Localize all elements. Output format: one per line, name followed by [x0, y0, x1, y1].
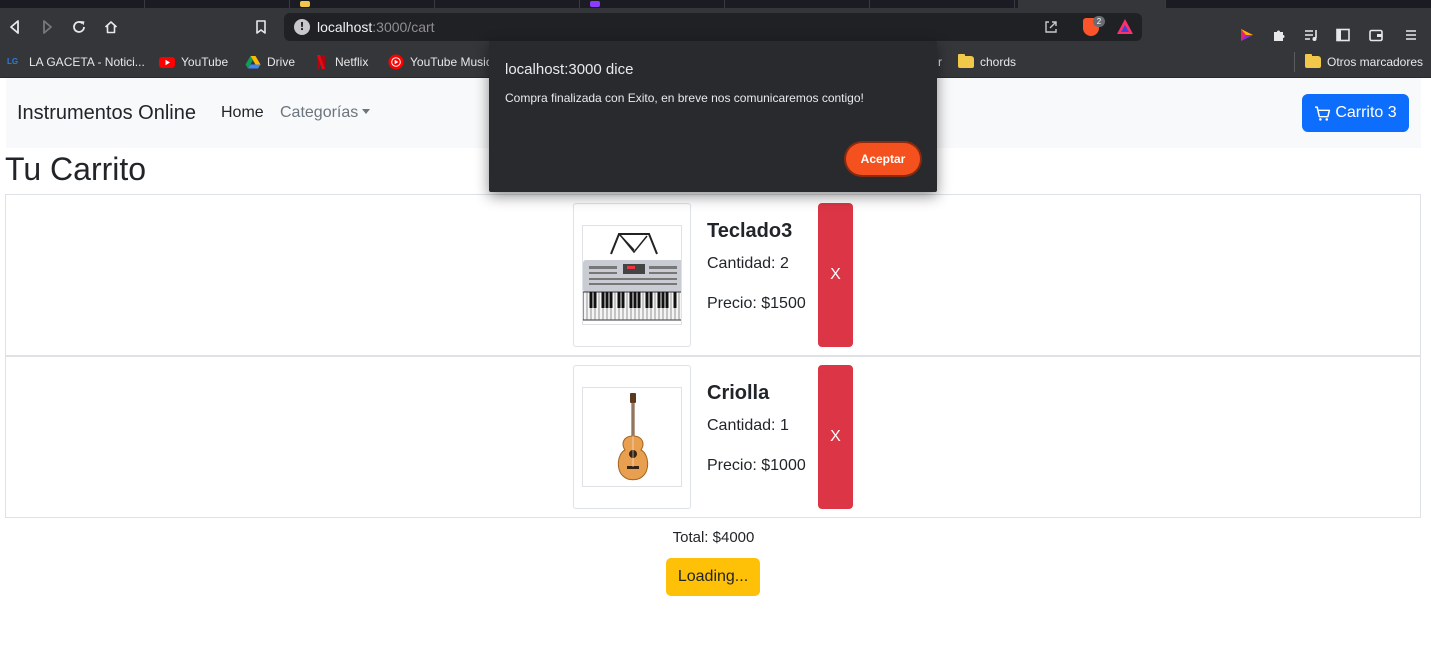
shields-count-badge: 2 — [1093, 16, 1105, 27]
product-thumbnail — [573, 203, 691, 347]
bookmark-netflix[interactable]: Netflix — [313, 52, 368, 72]
dialog-message: Compra finalizada con Exito, en breve no… — [505, 91, 864, 105]
netflix-icon — [317, 55, 325, 69]
nav-home-link[interactable]: Home — [221, 104, 264, 122]
product-quantity: Cantidad: 1 — [707, 417, 789, 434]
product-thumbnail — [573, 365, 691, 509]
site-info-icon[interactable]: ! — [294, 19, 310, 35]
checkout-button[interactable]: Loading... — [666, 558, 760, 596]
product-price: Precio: $1000 — [707, 457, 806, 474]
reload-icon — [73, 21, 85, 33]
url-path: :3000/cart — [372, 19, 435, 35]
bookmark-label: Otros marcadores — [1327, 55, 1424, 69]
brave-rewards-icon[interactable] — [1117, 19, 1133, 34]
keyboard-image — [583, 233, 681, 321]
bookmark-label: chords — [980, 55, 1017, 69]
dialog-accept-button[interactable]: Aceptar — [846, 143, 920, 175]
cart-total: Total: $4000 — [672, 529, 755, 546]
cart-button-label: Carrito 3 — [1335, 104, 1397, 121]
product-name: Criolla — [707, 382, 770, 404]
youtube-music-icon — [388, 54, 404, 70]
la-gaceta-icon: LG — [7, 57, 19, 66]
browser-tab[interactable] — [290, 0, 435, 8]
folder-icon — [958, 54, 974, 68]
menu-icon[interactable] — [1402, 26, 1420, 44]
guitar-image — [617, 393, 649, 481]
nav-categories-dropdown[interactable]: Categorías — [280, 104, 371, 122]
bookmark-la-gaceta[interactable]: LG LA GACETA - Notici... — [7, 52, 145, 72]
bookmark-youtube[interactable]: YouTube — [159, 52, 228, 72]
bookmark-drive[interactable]: Drive — [245, 52, 295, 72]
bookmark-button[interactable] — [249, 16, 273, 38]
forward-button[interactable] — [35, 16, 59, 38]
bookmark-otros-marcadores[interactable]: Otros marcadores — [1305, 52, 1423, 72]
tab-favicon-icon — [590, 1, 600, 7]
back-icon — [10, 20, 19, 34]
home-icon — [104, 21, 118, 34]
home-button[interactable] — [99, 16, 123, 38]
bookmark-youtube-music[interactable]: YouTube Music — [388, 52, 492, 72]
url-text[interactable]: localhost:3000/cart — [317, 19, 435, 35]
share-icon[interactable] — [1043, 19, 1059, 35]
browser-tab[interactable] — [435, 0, 580, 8]
product-name: Teclado3 — [707, 220, 793, 242]
bookmark-label: YouTube — [181, 55, 229, 69]
brand-link[interactable]: Instrumentos Online — [17, 102, 196, 125]
bookmark-partial[interactable]: r — [938, 52, 942, 72]
reload-button[interactable] — [67, 16, 91, 38]
browser-tab[interactable] — [725, 0, 870, 8]
browser-tab[interactable] — [580, 0, 725, 8]
media-playlist-icon[interactable] — [1302, 26, 1320, 44]
browser-tab[interactable] — [0, 0, 145, 8]
nav-categories-label: Categorías — [280, 104, 359, 121]
remove-item-button[interactable]: X — [818, 203, 853, 347]
bookmark-label: LA GACETA - Notici... — [29, 55, 145, 69]
address-bar[interactable]: ! localhost:3000/cart 2 — [284, 13, 1142, 41]
bookmark-label: Netflix — [335, 55, 369, 69]
browser-tab[interactable] — [870, 0, 1015, 8]
google-drive-icon — [245, 56, 261, 69]
browser-tab-active[interactable] — [1018, 0, 1166, 8]
bookmark-label: YouTube Music — [410, 55, 492, 69]
back-button[interactable] — [3, 16, 27, 38]
product-price: Precio: $1500 — [707, 295, 806, 312]
bookmark-icon — [256, 20, 266, 34]
forward-icon — [43, 20, 52, 34]
bookmark-label: Drive — [267, 55, 296, 69]
bookmarks-separator — [1294, 52, 1295, 72]
extensions-icon[interactable] — [1270, 26, 1288, 44]
page-title: Tu Carrito — [5, 151, 147, 187]
cart-item: Criolla Cantidad: 1 Precio: $1000 X — [5, 356, 1421, 518]
cart-item: Teclado3 Cantidad: 2 Precio: $1500 X — [5, 194, 1421, 356]
tab-favicon-icon — [300, 1, 310, 7]
tab-strip — [0, 0, 1431, 8]
wallet-icon[interactable] — [1367, 26, 1385, 44]
dialog-title: localhost:3000 dice — [505, 61, 634, 78]
caret-down-icon — [362, 109, 371, 114]
cart-button[interactable]: Carrito 3 — [1302, 94, 1409, 132]
url-host: localhost — [317, 19, 373, 35]
sidebar-toggle-icon[interactable] — [1334, 26, 1352, 44]
product-quantity: Cantidad: 2 — [707, 255, 789, 272]
brave-wallet-prism-icon[interactable] — [1238, 26, 1256, 44]
remove-item-button[interactable]: X — [818, 365, 853, 509]
youtube-icon — [159, 57, 175, 68]
cart-icon — [1315, 105, 1331, 121]
folder-icon — [1305, 54, 1321, 68]
alert-dialog: localhost:3000 dice Compra finalizada co… — [489, 41, 937, 192]
bookmark-label: r — [938, 55, 942, 69]
browser-tab[interactable] — [145, 0, 290, 8]
bookmark-chords[interactable]: chords — [958, 52, 1016, 72]
